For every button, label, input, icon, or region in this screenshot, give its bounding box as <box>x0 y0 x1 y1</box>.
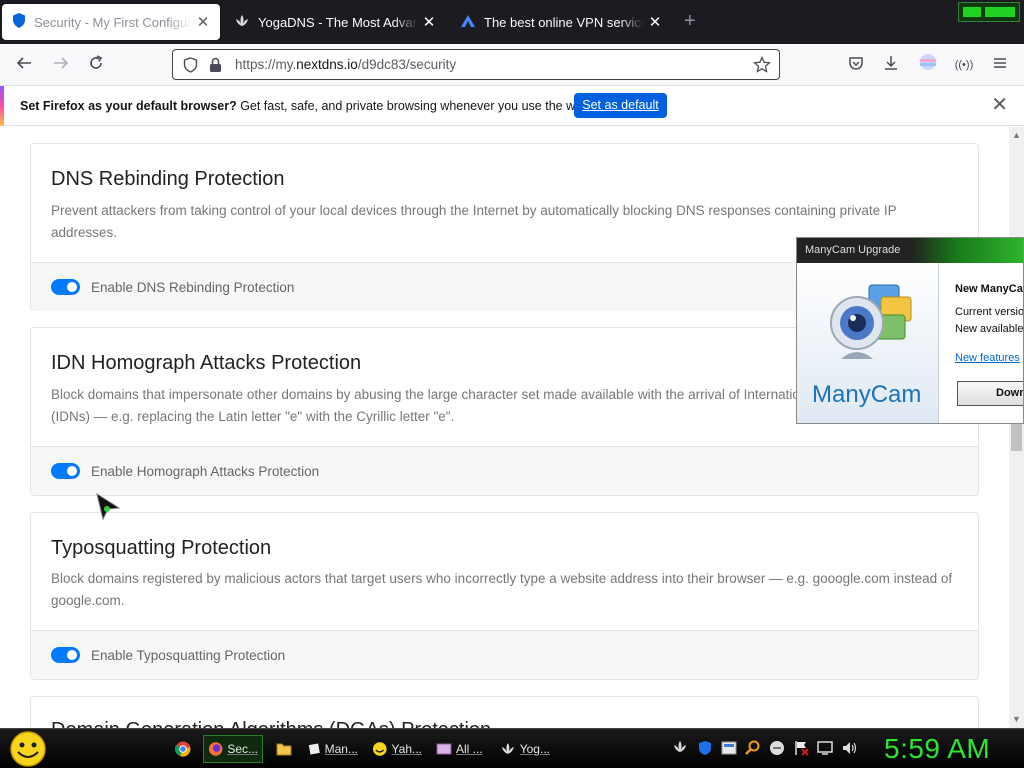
chrome-icon[interactable] <box>175 741 191 757</box>
close-tab-icon[interactable]: ✕ <box>196 13 210 31</box>
chat-tray-icon[interactable] <box>769 740 785 756</box>
mouse-cursor-icon <box>96 493 121 521</box>
dns-rebinding-toggle[interactable] <box>51 279 80 295</box>
toggle-label: Enable DNS Rebinding Protection <box>91 280 295 295</box>
tab-title: Security - My First Configuration <box>34 14 192 30</box>
pocket-button[interactable] <box>843 53 869 77</box>
section-card-typosquatting: Typosquatting Protection Block domains r… <box>30 512 979 680</box>
taskbar-clock[interactable]: 5:59 AM <box>884 733 990 765</box>
shield-tray-icon[interactable] <box>697 740 713 756</box>
default-browser-notification: Set Firefox as your default browser? Get… <box>0 86 1024 126</box>
section-title: Domain Generation Algorithms (DGAs) Prot… <box>51 719 491 728</box>
section-title: DNS Rebinding Protection <box>51 168 285 190</box>
close-tab-icon[interactable]: ✕ <box>648 13 662 31</box>
extension-button[interactable]: ((•)) <box>951 53 977 77</box>
app-icon <box>436 743 452 755</box>
hamburger-menu-icon <box>994 58 1006 68</box>
url-text: https://my.nextdns.io/d9dc83/security <box>235 57 457 72</box>
start-smiley-icon[interactable] <box>8 730 48 768</box>
popup-heading: New ManyCam <box>955 283 1023 295</box>
lock-icon[interactable] <box>209 57 222 78</box>
taskbar-item-firefox[interactable]: Sec... <box>203 735 263 763</box>
tab-strip: Security - My First Configuration ✕ Yoga… <box>0 0 1024 44</box>
forward-button[interactable] <box>48 53 74 77</box>
yogadns-tray-icon[interactable] <box>672 740 688 756</box>
section-title: Typosquatting Protection <box>51 537 272 559</box>
new-tab-button[interactable]: + <box>684 10 696 33</box>
new-features-link[interactable]: New features <box>955 352 1020 364</box>
scroll-down-arrow-icon[interactable]: ▼ <box>1012 714 1021 724</box>
popup-details: New ManyCam Current version New availabl… <box>955 263 1024 423</box>
section-description: Block domains registered by malicious ac… <box>51 571 953 608</box>
taskbar-item-folder[interactable] <box>271 735 299 763</box>
firefox-icon <box>208 742 223 756</box>
taskbar-item-yogadns[interactable]: Yog... <box>495 735 555 763</box>
page-scrollbar[interactable]: ▲ ▼ <box>1009 127 1024 728</box>
navigation-toolbar: https://my.nextdns.io/d9dc83/security ((… <box>0 44 1024 86</box>
arrow-right-icon <box>54 57 69 69</box>
taskbar: Sec... Man... Yah... All ... Yog... 5:59… <box>0 728 1024 768</box>
search-tray-icon[interactable] <box>745 740 761 756</box>
scroll-up-arrow-icon[interactable]: ▲ <box>1012 130 1021 140</box>
taskbar-item-manycam[interactable]: Man... <box>303 735 363 763</box>
bookmark-star-icon[interactable] <box>753 55 771 79</box>
menu-button[interactable] <box>987 53 1013 77</box>
notification-message: Set Firefox as your default browser? Get… <box>20 99 593 113</box>
folder-icon <box>276 743 292 756</box>
yogadns-lotus-icon <box>234 14 250 31</box>
homograph-toggle[interactable] <box>51 463 80 479</box>
popup-header: ManyCam Upgrade <box>797 238 1023 263</box>
nextdns-shield-icon <box>12 13 26 31</box>
tab-security[interactable]: Security - My First Configuration ✕ <box>2 4 220 40</box>
current-version-label: Current version <box>955 306 1024 318</box>
taskbar-item-app[interactable]: All ... <box>431 735 491 763</box>
account-avatar-icon <box>920 54 936 70</box>
page-content: DNS Rebinding Protection Prevent attacke… <box>0 127 1009 728</box>
network-tray-icon[interactable] <box>721 740 737 756</box>
back-button[interactable] <box>11 53 37 77</box>
flag-tray-icon[interactable] <box>793 740 809 756</box>
section-title: IDN Homograph Attacks Protection <box>51 352 362 374</box>
nordvpn-icon <box>460 14 476 31</box>
set-default-button[interactable]: Set as default <box>574 93 667 118</box>
section-footer: Enable Homograph Attacks Protection <box>31 446 978 495</box>
toggle-label: Enable Homograph Attacks Protection <box>91 464 320 479</box>
manycam-icon <box>308 743 320 755</box>
url-bar[interactable]: https://my.nextdns.io/d9dc83/security <box>172 49 780 80</box>
notification-accent <box>0 86 4 126</box>
section-card-dga: Domain Generation Algorithms (DGAs) Prot… <box>30 696 979 728</box>
new-version-label: New available <box>955 323 1024 335</box>
manycam-webcam-icon <box>830 284 912 359</box>
reload-button[interactable] <box>83 53 109 77</box>
typosquatting-toggle[interactable] <box>51 647 80 663</box>
tab-yogadns[interactable]: YogaDNS - The Most Advanced ✕ <box>224 4 446 40</box>
tracking-protection-icon[interactable] <box>183 57 198 78</box>
taskbar-item-yahoo[interactable]: Yah... <box>367 735 427 763</box>
scrollbar-thumb[interactable] <box>1011 423 1022 451</box>
toggle-label: Enable Typosquatting Protection <box>91 648 286 663</box>
yahoo-messenger-icon <box>372 742 387 756</box>
manycam-brand: ManyCam <box>812 381 922 408</box>
manycam-logo-panel: ManyCam <box>797 263 939 423</box>
tab-title: YogaDNS - The Most Advanced <box>258 14 418 30</box>
volume-tray-icon[interactable] <box>841 740 857 756</box>
download-button[interactable]: Download <box>957 381 1023 406</box>
download-icon <box>885 56 897 70</box>
reload-icon <box>90 55 103 69</box>
manycam-upgrade-popup: ManyCam Upgrade ManyCam New ManyCam Curr… <box>796 237 1024 424</box>
close-tab-icon[interactable]: ✕ <box>422 13 436 31</box>
window-controls[interactable] <box>958 2 1020 22</box>
downloads-button[interactable] <box>878 53 904 77</box>
tab-title: The best online VPN service for <box>484 14 644 30</box>
tab-vpn[interactable]: The best online VPN service for ✕ <box>450 4 672 40</box>
section-footer: Enable Typosquatting Protection <box>31 630 978 679</box>
close-notification-icon[interactable]: ✕ <box>991 95 1008 115</box>
display-tray-icon[interactable] <box>817 740 833 756</box>
extension-icon: ((•)) <box>954 59 974 71</box>
pocket-icon <box>849 57 863 70</box>
yogadns-lotus-icon <box>501 743 514 754</box>
popup-title: ManyCam Upgrade <box>805 244 901 256</box>
account-button[interactable] <box>915 53 941 77</box>
arrow-left-icon <box>16 57 31 69</box>
